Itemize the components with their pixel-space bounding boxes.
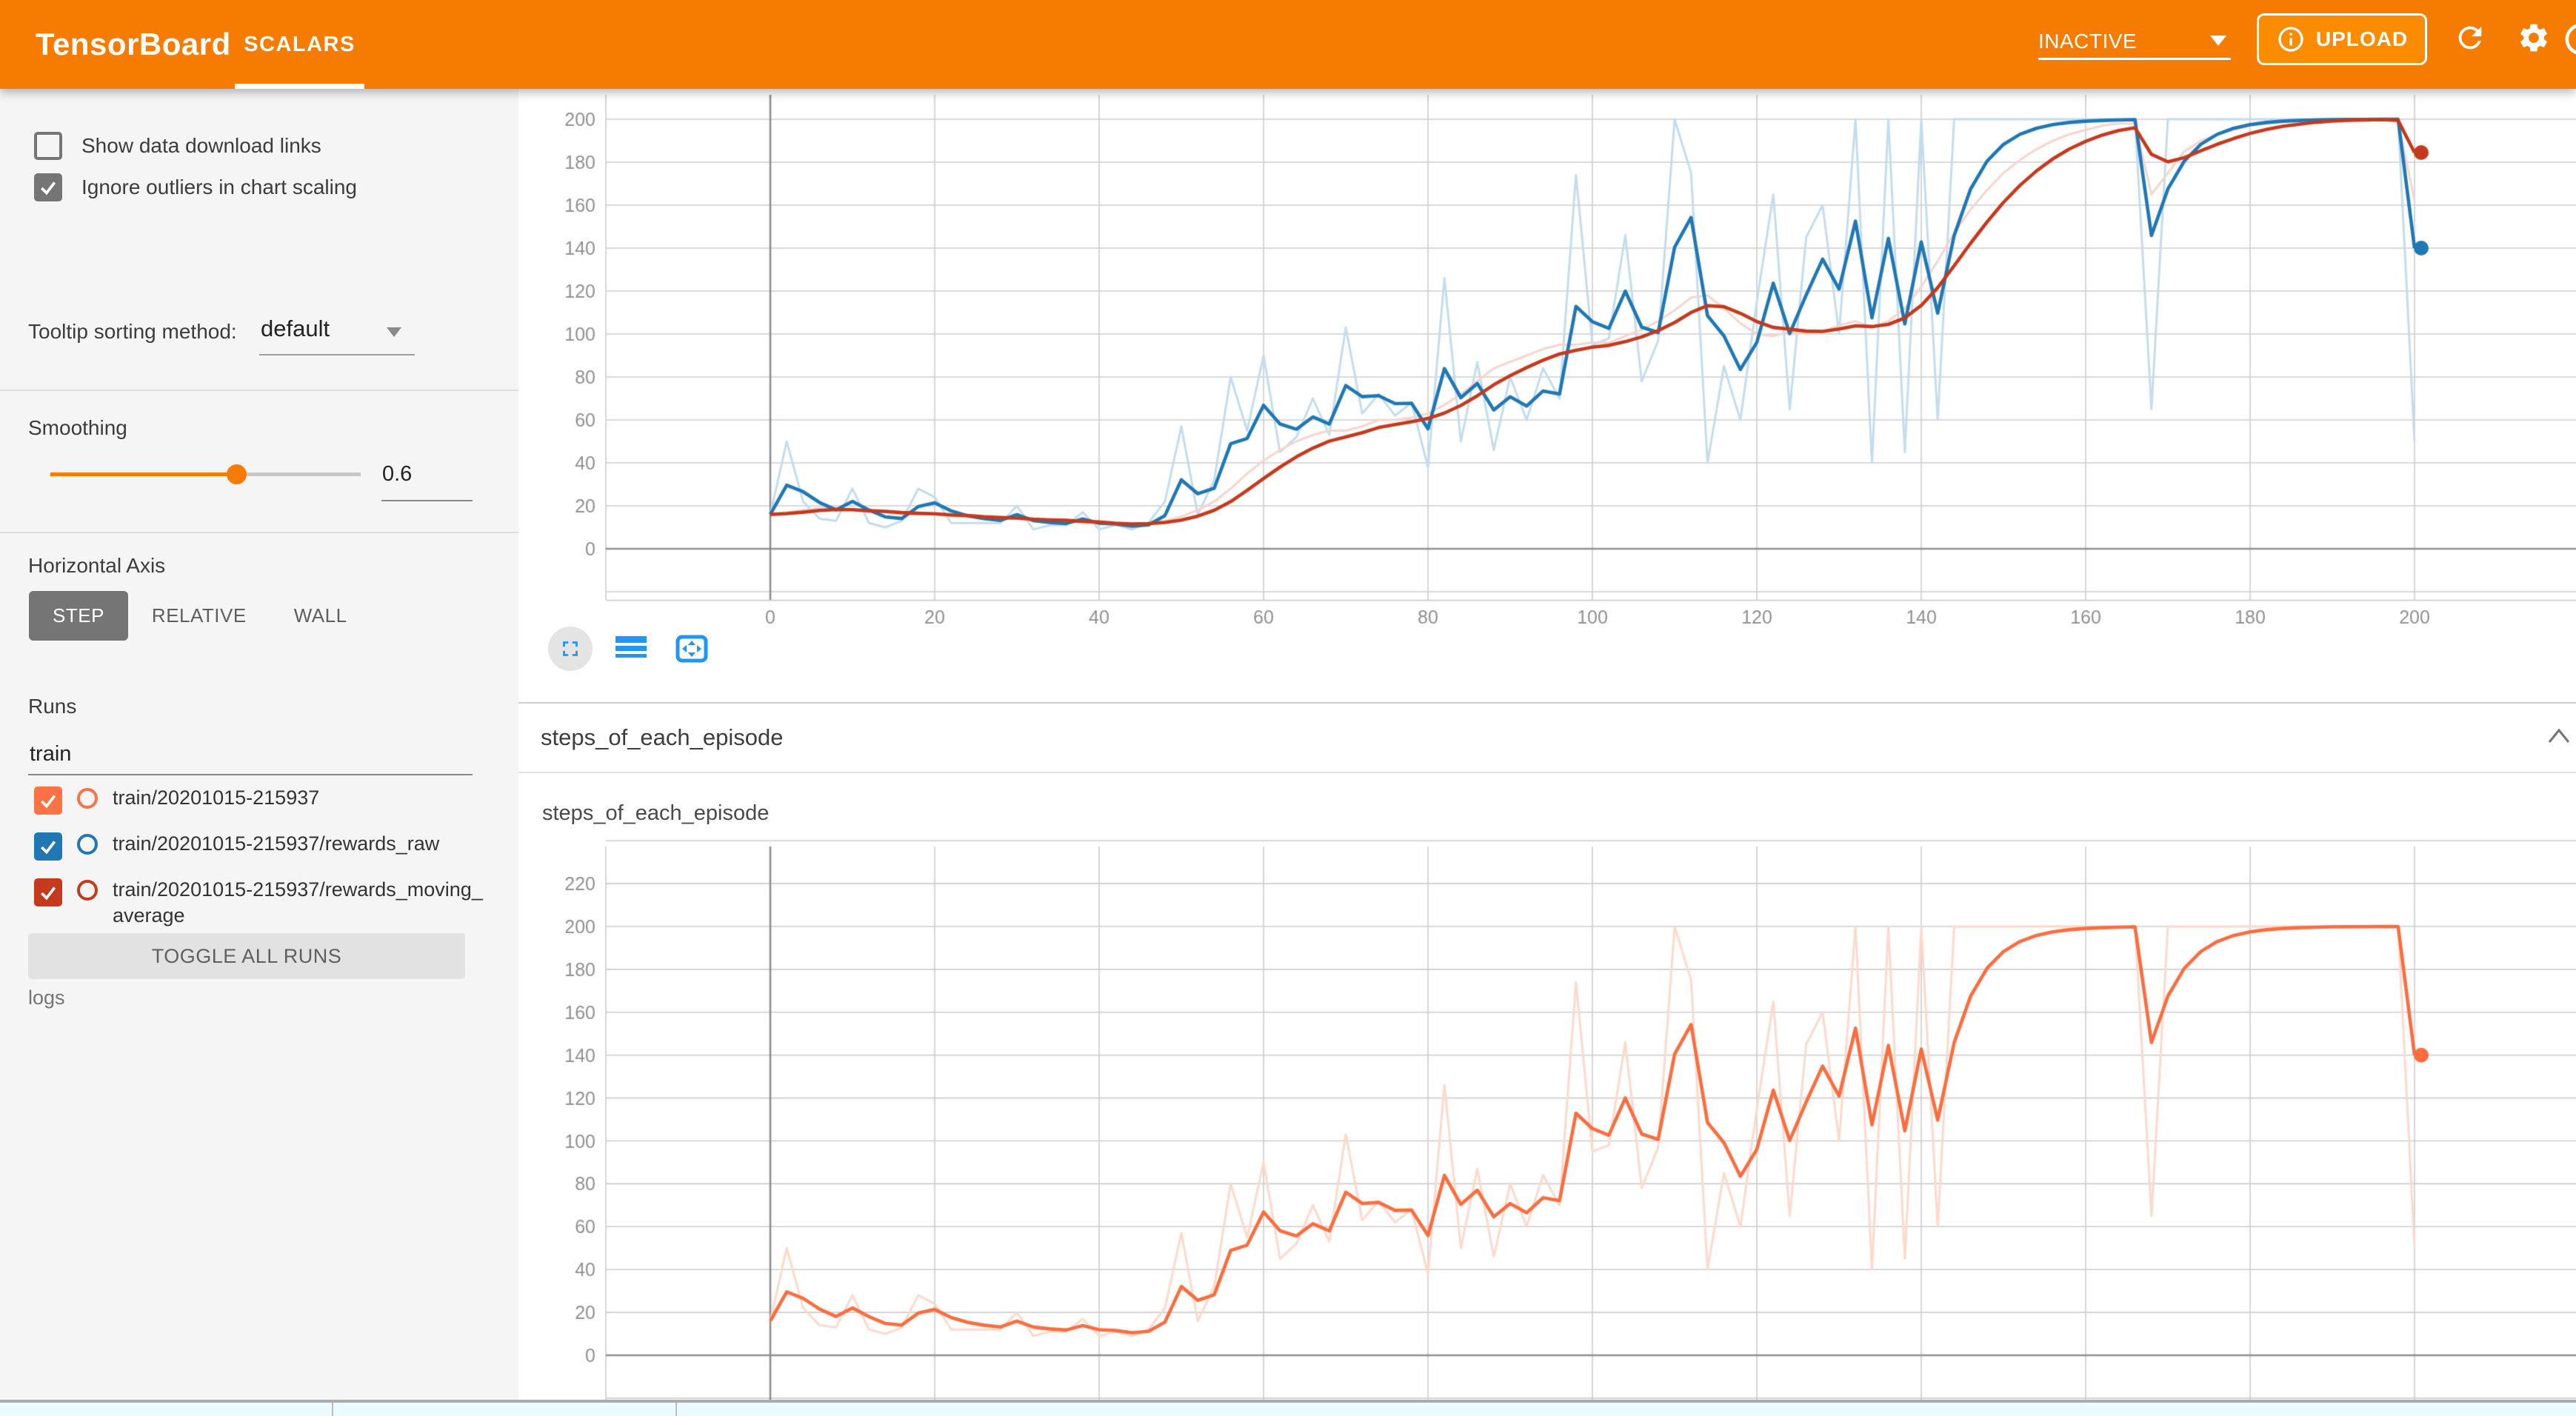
run-color-circle[interactable] — [77, 788, 98, 809]
runs-selector-icon[interactable] — [609, 627, 653, 671]
run-color-circle[interactable] — [77, 880, 98, 901]
axis-mode-wall[interactable]: WALL — [270, 591, 371, 641]
smoothing-slider-thumb[interactable] — [227, 464, 247, 484]
collapse-chevron-icon[interactable] — [2546, 726, 2572, 745]
tooltip-sorting-label: Tooltip sorting method: — [28, 320, 237, 344]
divider — [0, 532, 518, 533]
section-title: steps_of_each_episode — [541, 724, 783, 751]
input-underline — [381, 500, 473, 501]
upload-button-label: UPLOAD — [2316, 27, 2408, 51]
divider — [0, 390, 518, 391]
run-checkbox[interactable] — [34, 787, 62, 815]
run-list: train/20201015-215937 train/20201015-2159… — [34, 785, 508, 945]
run-label[interactable]: train/20201015-215937/rewards_moving_ave… — [113, 877, 483, 929]
tooltip-sorting-select[interactable]: default — [261, 315, 330, 342]
toggle-all-runs-button[interactable]: TOGGLE ALL RUNS — [28, 933, 465, 979]
run-row[interactable]: train/20201015-215937/rewards_moving_ave… — [34, 877, 508, 929]
run-row[interactable]: train/20201015-215937/rewards_raw — [34, 831, 508, 861]
section-header-row[interactable]: steps_of_each_episode — [518, 704, 2576, 772]
settings-checkbox-row[interactable]: Show data download links — [34, 132, 493, 160]
horizontal-axis-label: Horizontal Axis — [28, 554, 165, 578]
bottom-strip — [0, 1403, 2576, 1416]
select-underline — [259, 354, 415, 355]
upload-button[interactable]: UPLOAD — [2257, 13, 2427, 65]
run-label[interactable]: train/20201015-215937/rewards_raw — [113, 831, 483, 857]
info-icon — [2276, 24, 2306, 54]
checkbox-label[interactable]: Ignore outliers in chart scaling — [81, 176, 357, 199]
rewards-chart-canvas[interactable] — [518, 89, 2576, 704]
strip-tick — [332, 1403, 333, 1416]
chart-toolbar — [548, 627, 714, 671]
horizontal-axis-buttons: STEPRELATIVEWALL — [29, 591, 371, 641]
run-color-circle[interactable] — [77, 834, 98, 855]
status-dropdown-underline — [2038, 58, 2231, 60]
run-checkbox[interactable] — [34, 878, 62, 906]
run-row[interactable]: train/20201015-215937 — [34, 785, 508, 815]
chevron-down-icon[interactable] — [387, 327, 401, 337]
checkbox-label[interactable]: Show data download links — [81, 134, 321, 158]
settings-checkbox-row[interactable]: Ignore outliers in chart scaling — [34, 173, 493, 201]
gear-icon[interactable] — [2517, 21, 2551, 55]
run-checkbox[interactable] — [34, 832, 62, 861]
fit-domain-icon[interactable] — [670, 627, 714, 671]
chevron-down-icon[interactable] — [2210, 36, 2226, 46]
smoothing-slider-fill — [50, 472, 236, 476]
tab-scalars[interactable]: SCALARS — [235, 0, 364, 89]
divider — [518, 772, 2576, 773]
run-filter-input[interactable] — [28, 739, 473, 775]
run-label[interactable]: train/20201015-215937 — [113, 785, 483, 811]
steps-chart-canvas[interactable] — [518, 829, 2576, 1416]
chart-card-title: steps_of_each_episode — [542, 801, 769, 826]
app-header: TensorBoard SCALARS INACTIVE UPLOAD — [0, 0, 2576, 89]
settings-sidebar: Show data download links Ignore outliers … — [0, 89, 518, 1401]
axis-mode-relative[interactable]: RELATIVE — [128, 591, 270, 641]
smoothing-value-input[interactable]: 0.6 — [382, 462, 412, 487]
logdir-label: logs — [28, 986, 65, 1009]
smoothing-label: Smoothing — [28, 416, 127, 440]
status-dropdown[interactable]: INACTIVE — [2038, 30, 2232, 53]
checkbox[interactable] — [34, 132, 62, 160]
smoothing-slider[interactable] — [50, 472, 361, 476]
strip-tick — [675, 1403, 677, 1416]
axis-mode-step[interactable]: STEP — [29, 591, 128, 641]
runs-label: Runs — [28, 695, 76, 718]
expand-chart-button[interactable] — [548, 627, 593, 671]
help-icon[interactable] — [2564, 22, 2576, 56]
refresh-icon[interactable] — [2453, 21, 2487, 55]
app-title: TensorBoard — [36, 0, 231, 89]
checkbox[interactable] — [34, 173, 62, 201]
